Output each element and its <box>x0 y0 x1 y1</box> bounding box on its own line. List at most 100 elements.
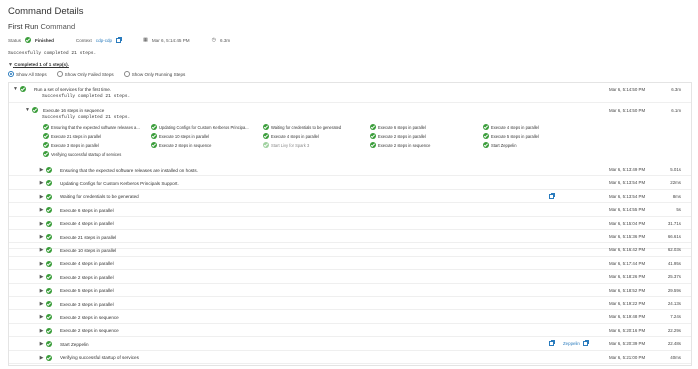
overview-step[interactable]: Verifying successful startup of services <box>43 151 121 157</box>
root-step-row[interactable]: ▼ Run a set of services for the first ti… <box>9 83 691 103</box>
chevron-right-icon[interactable]: ▶ <box>39 328 44 334</box>
step-row[interactable]: ▶ Execute 6 steps in parallel Mar 6, 5:14:… <box>9 203 691 217</box>
overview-step[interactable]: Execute 2 steps in sequence <box>370 142 430 148</box>
check-circle-icon <box>43 133 49 139</box>
filter-failed-steps[interactable]: Show Only Failed Steps <box>56 71 114 77</box>
check-circle-icon <box>43 142 49 148</box>
step-time: Mar 6, 5:13:54 PM <box>609 180 646 186</box>
step-link[interactable]: Zeppelin <box>563 341 580 346</box>
step-duration: 40ms <box>670 354 681 360</box>
check-circle-icon <box>46 247 52 254</box>
step-row[interactable]: ▶ Verifying successful startup of service… <box>9 351 691 364</box>
overview-step[interactable]: Execute 4 steps in parallel <box>263 133 319 139</box>
chevron-right-icon[interactable]: ▶ <box>39 247 44 253</box>
overview-step[interactable]: Execute 4 steps in parallel <box>483 124 539 130</box>
chevron-right-icon[interactable]: ▶ <box>39 355 44 361</box>
overview-step[interactable]: Execute 6 steps in parallel <box>370 124 426 130</box>
step-name: Start Zeppelin <box>60 341 89 347</box>
step-row[interactable]: ▶ Start Zeppelin Zeppelin Mar 6, 5:20:39 PM… <box>9 337 691 351</box>
overview-step[interactable]: Updating Configs for Custom Kerberos Pri… <box>151 124 249 130</box>
overview-step[interactable]: Waiting for credentials to be generated <box>263 124 341 130</box>
radio-icon[interactable] <box>123 71 130 77</box>
external-link-icon[interactable] <box>582 340 589 347</box>
overview-step[interactable]: Execute 5 steps in parallel <box>483 133 539 139</box>
context-link[interactable]: cdp-cdp <box>96 38 112 43</box>
step-row[interactable]: ▶ Updating Configs for Custom Kerberos Pr… <box>9 176 691 190</box>
step-row[interactable]: ▶ Execute 2 steps in sequence Mar 6, 5:19:… <box>9 310 691 324</box>
step-duration: 5.01s <box>670 167 681 172</box>
overview-step[interactable]: Execute 2 steps in parallel <box>370 133 426 139</box>
step-row[interactable]: ▶ Ensuring that the expected software rel… <box>9 163 691 177</box>
step-row[interactable]: ▶ Execute 3 steps in parallel Mar 6, 5:19:… <box>9 297 691 311</box>
chevron-right-icon[interactable]: ▶ <box>39 194 44 200</box>
overview-step-label: Execute 6 steps in parallel <box>378 124 426 130</box>
check-circle-icon <box>43 124 49 130</box>
overview-step[interactable]: Execute 10 steps in parallel <box>151 133 209 139</box>
completed-toggle[interactable]: ▼ Completed 1 of 1 step(s). <box>8 62 69 68</box>
chevron-right-icon[interactable]: ▶ <box>39 207 44 213</box>
filter-all-steps[interactable]: Show All Steps <box>8 71 47 77</box>
step-name: Ensuring that the expected software rele… <box>60 167 198 173</box>
page-title: Command Details <box>8 6 84 17</box>
overview-step[interactable]: Ensuring that the expected software rele… <box>43 124 140 130</box>
step-row[interactable]: ▶ Execute 4 steps in parallel Mar 6, 5:17:… <box>9 257 691 271</box>
overview-step-label: Execute 21 steps in parallel <box>51 133 102 139</box>
step-name: Execute 4 steps in parallel <box>60 261 114 267</box>
step-time: Mar 6, 5:15:36 PM <box>609 234 646 239</box>
overview-step[interactable]: Execute 3 steps in parallel <box>43 142 99 148</box>
step-duration: 5s <box>676 207 681 213</box>
step-row[interactable]: ▶ Execute 2 steps in parallel Mar 6, 5:18:… <box>9 270 691 284</box>
step-row[interactable]: ▶ Execute 2 steps in sequence Mar 6, 5:20:… <box>9 324 691 338</box>
chevron-right-icon[interactable]: ▶ <box>39 180 44 186</box>
chevron-down-icon[interactable]: ▼ <box>13 86 18 92</box>
external-link-icon[interactable] <box>549 192 555 199</box>
step-duration: 24.13s <box>667 301 681 306</box>
step-row[interactable]: ▶ Execute 10 steps in parallel Mar 6, 5:16… <box>9 243 691 257</box>
step-duration: 8ms <box>672 193 681 199</box>
step-time: Mar 6, 5:13:49 PM <box>609 167 646 172</box>
step-time: Mar 6, 5:15:04 PM <box>609 220 646 226</box>
chevron-right-icon[interactable]: ▶ <box>39 288 44 294</box>
overview-step[interactable]: Execute 2 steps in sequence <box>151 142 211 148</box>
chevron-down-icon[interactable]: ▼ <box>25 107 30 113</box>
clock-icon: ◷ <box>211 37 217 43</box>
chevron-right-icon[interactable]: ▶ <box>39 221 44 227</box>
check-circle-icon <box>20 86 26 92</box>
radio-icon[interactable] <box>56 71 63 77</box>
filter-running-steps[interactable]: Show Only Running Steps <box>123 71 185 77</box>
radio-selected-icon[interactable] <box>8 71 14 77</box>
check-circle-icon <box>483 124 489 130</box>
step-row[interactable]: ▶ Execute 5 steps in parallel Mar 6, 5:18:… <box>9 284 691 297</box>
run-kind: Command <box>40 22 76 31</box>
chevron-right-icon[interactable]: ▶ <box>39 167 44 173</box>
chevron-right-icon[interactable]: ▶ <box>39 261 44 267</box>
result-summary: Successfully completed 21 steps. <box>8 51 97 56</box>
step-time: Mar 6, 5:18:52 PM <box>609 287 646 293</box>
external-link-icon[interactable] <box>549 340 555 347</box>
root-step-name: Run a set of services for the first time… <box>34 86 112 92</box>
check-circle-icon <box>46 234 52 240</box>
chevron-right-icon[interactable]: ▶ <box>39 314 44 320</box>
step-duration: 66.61s <box>667 234 681 239</box>
overview-step-label: Updating Configs for Custom Kerberos Pri… <box>159 124 249 130</box>
chevron-right-icon[interactable]: ▶ <box>39 274 44 280</box>
status-label: Status <box>8 37 22 43</box>
step-row[interactable]: ▶ Execute 21 steps in parallel Mar 6, 5:15… <box>9 230 691 244</box>
step-row[interactable]: ▶ Waiting for credentials to be generated… <box>9 190 691 204</box>
overview-step[interactable]: Start Zeppelin <box>483 142 517 148</box>
check-circle-icon <box>46 180 52 187</box>
check-circle-icon <box>46 260 52 267</box>
external-link-icon[interactable] <box>116 36 123 43</box>
step-row[interactable]: ▶ Execute 4 steps in parallel Mar 6, 5:15:… <box>9 217 691 230</box>
overview-step[interactable]: Start Livy for Spark 3 <box>263 142 309 148</box>
overview-step[interactable]: Execute 21 steps in parallel <box>43 133 101 139</box>
step-duration: 22ms <box>670 180 681 186</box>
chevron-right-icon[interactable]: ▶ <box>39 234 44 240</box>
step-name: Execute 2 steps in sequence <box>60 314 119 320</box>
context-label: Context <box>75 37 92 43</box>
chevron-right-icon[interactable]: ▶ <box>39 301 44 307</box>
step-duration: 22.29s <box>667 327 681 333</box>
check-circle-icon <box>46 193 52 200</box>
chevron-right-icon[interactable]: ▶ <box>39 341 44 347</box>
step-name: Waiting for credentials to be generated <box>60 194 139 200</box>
